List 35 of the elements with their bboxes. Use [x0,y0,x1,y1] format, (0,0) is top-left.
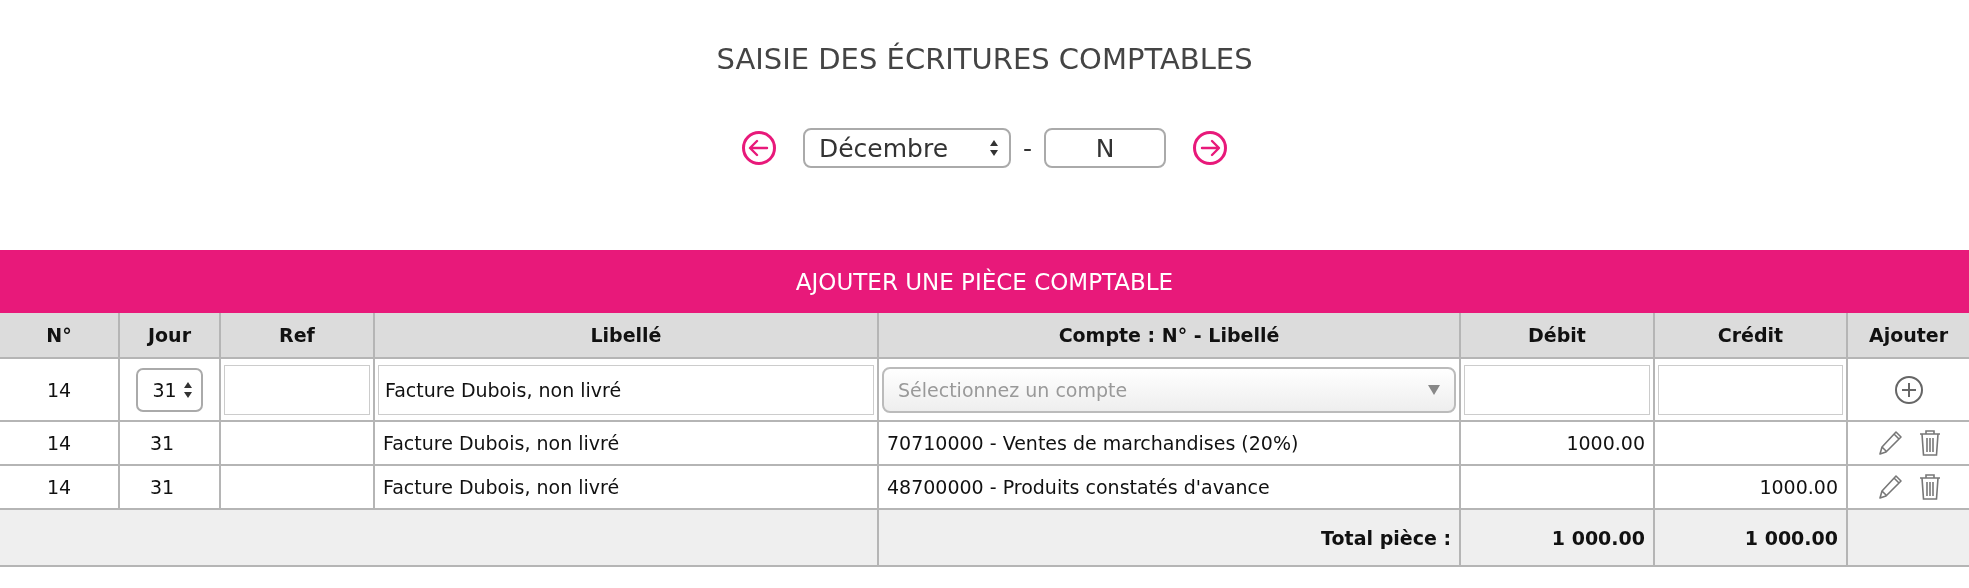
total-credit: 1 000.00 [1654,509,1847,566]
arrow-right-icon[interactable] [1192,130,1228,166]
label-field[interactable]: Facture Dubois, non livré [378,364,874,415]
column-header: Crédit [1654,313,1847,358]
ref-field[interactable] [224,364,370,415]
total-debit: 1 000.00 [1460,509,1654,566]
total-label: Total pièce : [878,509,1460,566]
column-header: N° [0,313,119,358]
table-cell: 31 [119,421,220,465]
spinner-icon[interactable] [182,380,193,399]
column-header: Débit [1460,313,1654,358]
add-icon[interactable] [1893,374,1924,405]
arrow-left-icon[interactable] [741,130,777,166]
dropdown-caret-icon[interactable] [1428,384,1440,395]
month-select[interactable]: Décembre [803,128,1011,168]
separator: - [1023,133,1032,163]
spinner-icon[interactable] [989,139,999,157]
day-select[interactable]: 31 [136,367,203,412]
column-header: Compte : N° - Libellé [878,313,1460,358]
table-cell: 1000.00 [1460,421,1654,465]
debit-field[interactable] [1464,364,1650,415]
column-header: Libellé [374,313,878,358]
year-field[interactable]: N [1044,128,1166,168]
table-cell: 14 [0,358,119,421]
table-cell: 70710000 - Ventes de marchandises (20%) [878,421,1460,465]
table-cell: Facture Dubois, non livré [374,421,878,465]
section-header: AJOUTER UNE PIÈCE COMPTABLE [0,250,1969,313]
column-header: Jour [119,313,220,358]
table-cell: 14 [0,421,119,465]
column-header: Ref [220,313,374,358]
page-title: SAISIE DES ÉCRITURES COMPTABLES [716,42,1253,76]
trash-icon[interactable] [1917,428,1942,458]
trash-icon[interactable] [1917,472,1942,502]
column-header: Ajouter [1847,313,1969,358]
credit-field[interactable] [1658,364,1843,415]
